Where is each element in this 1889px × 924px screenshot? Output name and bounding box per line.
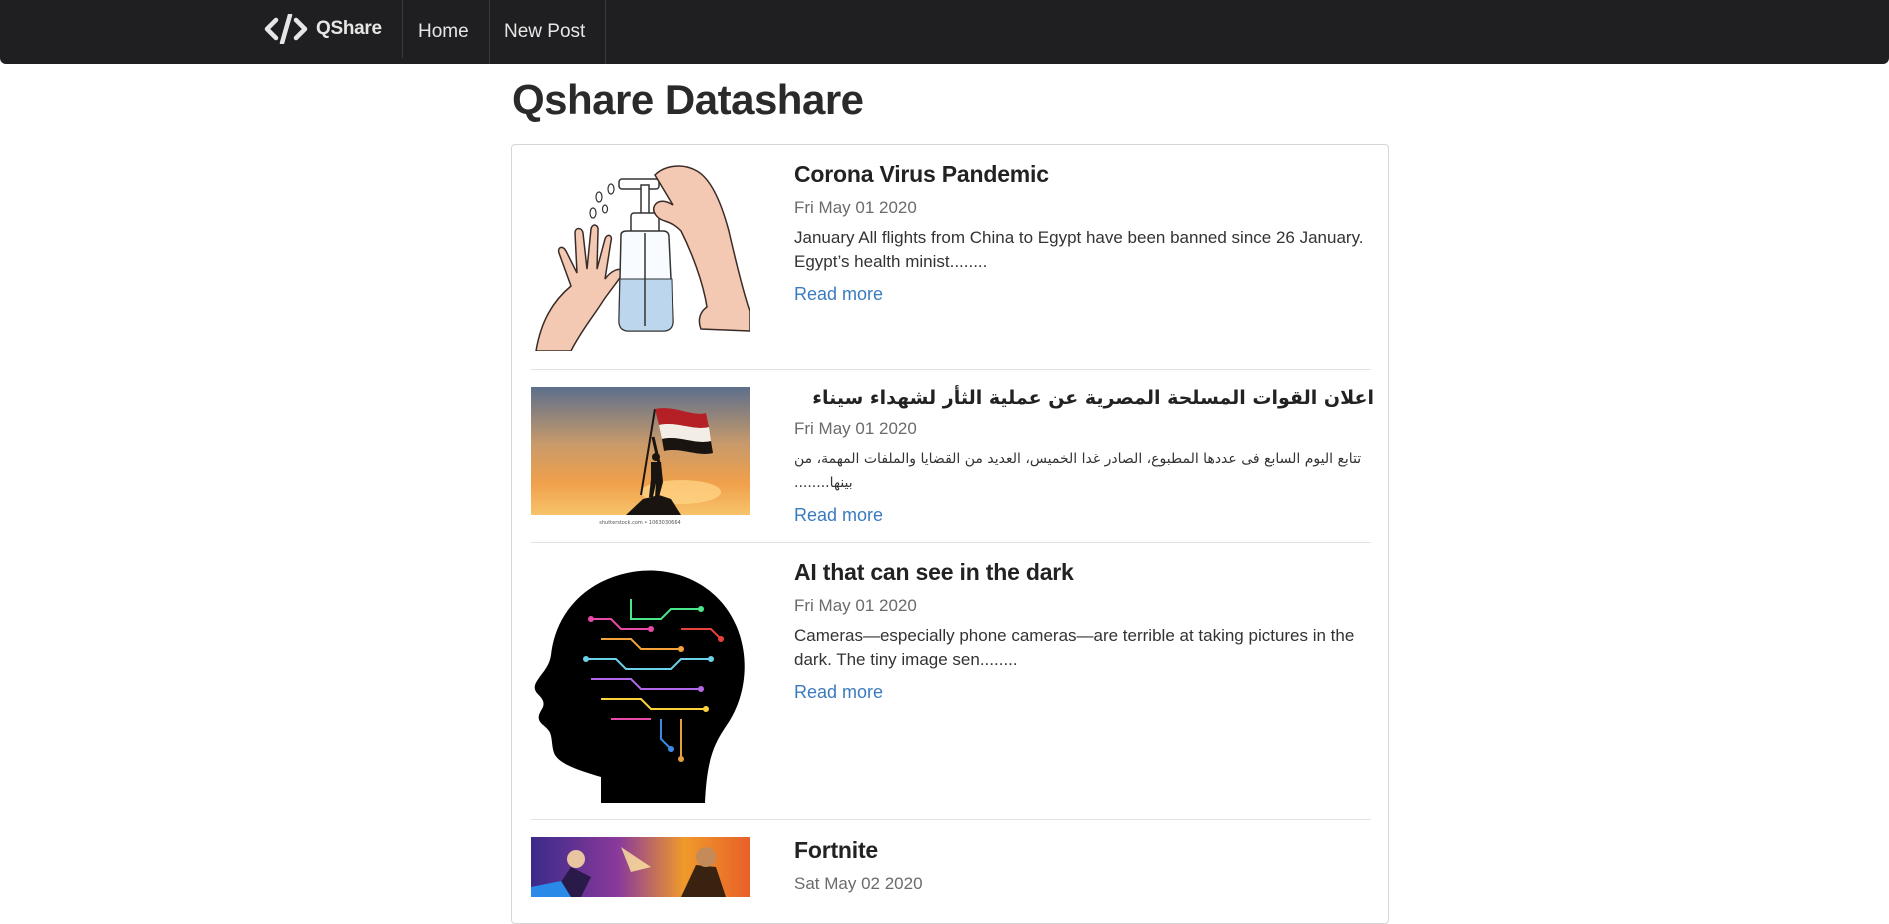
read-more-link[interactable]: Read more <box>794 682 883 703</box>
post-date: Fri May 01 2020 <box>794 419 917 438</box>
post-title[interactable]: اعلان القوات المسلحة المصرية عن عملية ال… <box>794 387 1374 409</box>
post-text: Fortnite Sat May 02 2020 <box>794 837 1374 894</box>
post-divider <box>531 369 1371 370</box>
post-thumbnail[interactable] <box>531 161 750 351</box>
post-item: shutterstock.com • 1063030664 اعلان القو… <box>531 387 1374 527</box>
post-thumbnail[interactable] <box>531 837 750 897</box>
post-item: Fortnite Sat May 02 2020 <box>531 837 1371 897</box>
page-title: Qshare Datashare <box>512 76 864 123</box>
post-divider <box>531 819 1371 820</box>
brand-link[interactable]: QShare <box>264 0 403 58</box>
post-title[interactable]: Fortnite <box>794 837 1374 864</box>
post-excerpt: Cameras—especially phone cameras—are ter… <box>794 626 1355 669</box>
nav-home-link[interactable]: Home <box>398 0 490 64</box>
read-more-link[interactable]: Read more <box>794 284 883 305</box>
top-navbar: QShare Home New Post <box>0 0 1889 64</box>
circuit-brain-head-illustration <box>531 559 750 803</box>
post-date: Fri May 01 2020 <box>794 596 917 615</box>
post-text: اعلان القوات المسلحة المصرية عن عملية ال… <box>794 387 1374 526</box>
posts-panel: Corona Virus Pandemic Fri May 01 2020 Ja… <box>511 144 1389 924</box>
flag-silhouette-sunset-photo: shutterstock.com • 1063030664 <box>531 387 750 527</box>
fortnite-artwork <box>531 837 750 897</box>
post-text: AI that can see in the dark Fri May 01 2… <box>794 559 1374 703</box>
code-icon <box>264 14 308 44</box>
post-title[interactable]: AI that can see in the dark <box>794 559 1374 586</box>
post-item: Corona Virus Pandemic Fri May 01 2020 Ja… <box>531 161 1371 351</box>
post-thumbnail[interactable] <box>531 559 750 803</box>
brand-label: QShare <box>316 18 382 39</box>
post-title[interactable]: Corona Virus Pandemic <box>794 161 1374 188</box>
post-thumbnail[interactable]: shutterstock.com • 1063030664 <box>531 387 750 527</box>
post-divider <box>531 542 1371 543</box>
read-more-link[interactable]: Read more <box>794 505 883 526</box>
hand-sanitizer-illustration <box>531 161 750 351</box>
nav-new-post-link[interactable]: New Post <box>484 0 607 64</box>
post-date: Sat May 02 2020 <box>794 874 923 893</box>
image-watermark: shutterstock.com • 1063030664 <box>599 520 680 526</box>
post-text: Corona Virus Pandemic Fri May 01 2020 Ja… <box>794 161 1374 305</box>
post-date: Fri May 01 2020 <box>794 198 917 217</box>
post-excerpt: تتابع اليوم السابع فى عددها المطبوع، الص… <box>794 451 1362 491</box>
post-item: AI that can see in the dark Fri May 01 2… <box>531 559 1371 803</box>
post-excerpt: January All flights from China to Egypt … <box>794 228 1364 271</box>
